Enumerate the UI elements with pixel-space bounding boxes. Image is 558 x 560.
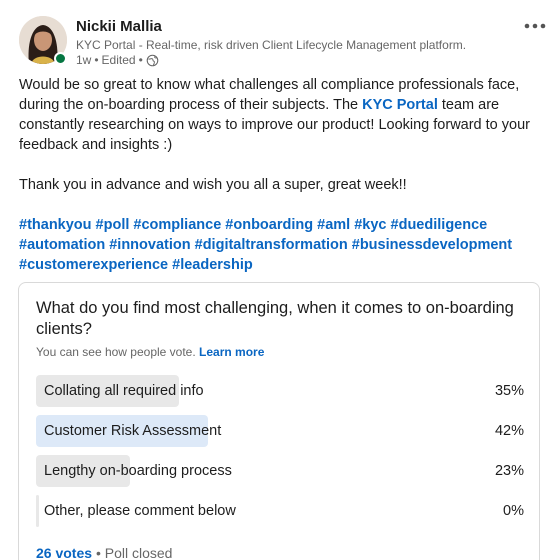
hashtag-list: #thankyou #poll #compliance #onboarding …	[19, 215, 539, 275]
more-options-button[interactable]	[523, 14, 547, 34]
poll-option-label: Other, please comment below	[44, 503, 236, 519]
hashtag-link[interactable]: #aml	[317, 217, 350, 233]
post-meta: 1w • Edited •	[76, 53, 159, 67]
hashtag-link[interactable]: #businessdevelopment	[352, 237, 512, 253]
poll-visibility-note: You can see how people vote. Learn more	[36, 345, 265, 359]
author-name[interactable]: Nickii Mallia	[76, 18, 162, 35]
edited-label: Edited	[101, 53, 136, 67]
poll-option: Lengthy on-boarding process 23%	[36, 455, 524, 487]
kyc-portal-link[interactable]: KYC Portal	[362, 97, 438, 113]
hashtag-link[interactable]: #onboarding	[225, 217, 313, 233]
hashtag-link[interactable]: #kyc	[354, 217, 386, 233]
learn-more-link[interactable]: Learn more	[199, 345, 264, 359]
post-time: 1w	[76, 53, 92, 67]
hashtag-link[interactable]: #digitaltransformation	[195, 237, 348, 253]
hashtag-link[interactable]: #innovation	[109, 237, 190, 253]
hashtag-link[interactable]: #customerexperience	[19, 257, 168, 273]
poll-option: Other, please comment below 0%	[36, 495, 524, 527]
vote-count-link[interactable]: 26 votes	[36, 545, 92, 560]
poll-option-label: Collating all required info	[44, 383, 204, 399]
poll-option-label: Customer Risk Assessment	[44, 423, 222, 439]
poll-option-percent: 0%	[503, 503, 524, 519]
poll-option-percent: 42%	[494, 423, 524, 439]
poll-option-percent: 35%	[494, 383, 524, 399]
poll-option: Customer Risk Assessment 42%	[36, 415, 524, 447]
post-paragraph-1: Would be so great to know what challenge…	[19, 77, 530, 153]
post-header: Nickii Mallia KYC Portal - Real-time, ri…	[19, 14, 549, 67]
hashtag-link[interactable]: #compliance	[133, 217, 221, 233]
poll-card: What do you find most challenging, when …	[18, 282, 540, 560]
post-body: Would be so great to know what challenge…	[19, 75, 539, 275]
poll-option-percent: 23%	[494, 463, 524, 479]
poll-footer: 26 votes • Poll closed	[36, 545, 173, 560]
poll-status: Poll closed	[104, 545, 173, 560]
hashtag-link[interactable]: #duediligence	[391, 217, 488, 233]
poll-option-bar	[36, 495, 39, 527]
online-status-icon	[54, 52, 67, 65]
poll-question: What do you find most challenging, when …	[36, 299, 514, 338]
hashtag-link[interactable]: #automation	[19, 237, 105, 253]
poll-option: Collating all required info 35%	[36, 375, 524, 407]
post-card: Nickii Mallia KYC Portal - Real-time, ri…	[0, 0, 558, 560]
hashtag-link[interactable]: #thankyou	[19, 217, 92, 233]
poll-option-label: Lengthy on-boarding process	[44, 463, 232, 479]
post-paragraph-2: Thank you in advance and wish you all a …	[19, 177, 407, 193]
globe-icon	[146, 54, 159, 66]
more-horizontal-icon	[524, 23, 546, 29]
author-headline: KYC Portal - Real-time, risk driven Clie…	[76, 38, 467, 52]
hashtag-link[interactable]: #leadership	[172, 257, 253, 273]
hashtag-link[interactable]: #poll	[96, 217, 130, 233]
